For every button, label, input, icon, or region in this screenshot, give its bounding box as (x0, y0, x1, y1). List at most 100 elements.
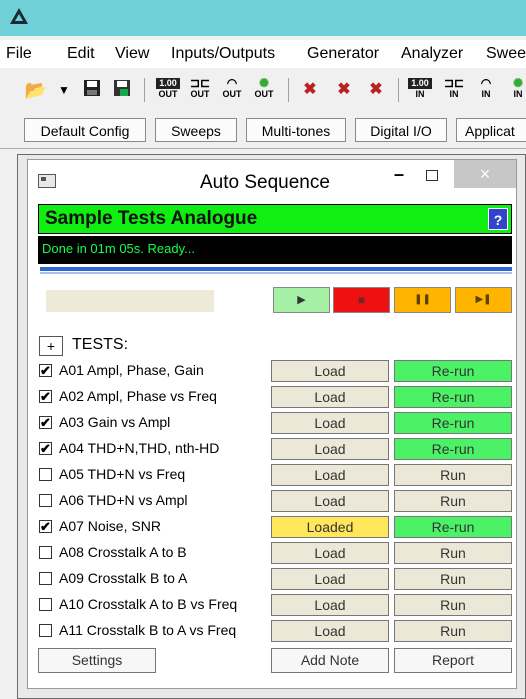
loaded-button[interactable]: Loaded (271, 516, 389, 538)
load-button[interactable]: Load (271, 412, 389, 434)
test-label: A05 THD+N vs Freq (59, 466, 186, 482)
report-button[interactable]: Report (394, 648, 512, 673)
auto-sequence-window: Auto Sequence – × Sample Tests Analogue … (17, 154, 526, 699)
menu-analyzer[interactable]: Analyzer (401, 45, 463, 63)
settings-button[interactable]: Settings (38, 648, 156, 673)
rerun-button[interactable]: Re-run (394, 412, 512, 434)
expand-tests-button[interactable]: + (39, 336, 63, 356)
add-note-button[interactable]: Add Note (271, 648, 389, 673)
test-checkbox[interactable]: ✔ (39, 364, 52, 377)
out-level-icon[interactable]: 1.00 OUT (156, 78, 180, 102)
app-logo-icon (10, 8, 28, 24)
close-button[interactable]: × (454, 160, 516, 188)
rerun-button[interactable]: Re-run (394, 386, 512, 408)
test-label: A06 THD+N vs Ampl (59, 492, 188, 508)
help-button[interactable]: ? (488, 208, 508, 230)
sequence-info-field (46, 290, 214, 312)
tab-default-config[interactable]: Default Config (24, 118, 146, 142)
load-button[interactable]: Load (271, 464, 389, 486)
minimize-button[interactable]: – (394, 164, 404, 185)
auto-sequence-panel: Auto Sequence – × Sample Tests Analogue … (27, 159, 517, 689)
run-button[interactable]: Run (394, 594, 512, 616)
test-row: ✔ A03 Gain vs Ampl Load Re-run (28, 410, 516, 435)
generator-mute-icon[interactable]: ✖ (332, 78, 356, 102)
test-checkbox[interactable] (39, 494, 52, 507)
toolbar-separator (288, 78, 289, 102)
test-checkbox[interactable] (39, 572, 52, 585)
load-button[interactable]: Load (271, 360, 389, 382)
toolbar-separator (398, 78, 399, 102)
test-checkbox[interactable] (39, 598, 52, 611)
maximize-button[interactable] (426, 170, 438, 181)
window-titlebar: Auto Sequence – × (28, 160, 516, 198)
open-folder-icon[interactable]: 📂 (24, 78, 48, 102)
run-button[interactable]: Run (394, 464, 512, 486)
tests-heading: TESTS: (72, 336, 129, 353)
run-button[interactable]: Run (394, 620, 512, 642)
window-title: Auto Sequence (200, 172, 330, 193)
rerun-button[interactable]: Re-run (394, 360, 512, 382)
play-button[interactable]: ▶ (273, 287, 330, 313)
test-row: A08 Crosstalk A to B Load Run (28, 540, 516, 565)
status-bar: Done in 01m 05s. Ready... (38, 236, 512, 264)
analyzer-off-icon[interactable]: ✖ (364, 78, 388, 102)
menu-generator[interactable]: Generator (307, 45, 379, 63)
test-checkbox[interactable] (39, 546, 52, 559)
pause-button[interactable]: ❚❚ (394, 287, 451, 313)
app-titlebar (0, 0, 526, 36)
test-label: A08 Crosstalk A to B (59, 544, 187, 560)
load-button[interactable]: Load (271, 542, 389, 564)
test-checkbox[interactable]: ✔ (39, 390, 52, 403)
menu-file[interactable]: File (6, 45, 32, 63)
in-level-icon[interactable]: 1.00 IN (408, 78, 432, 102)
tab-multi-tones[interactable]: Multi-tones (246, 118, 346, 142)
generator-off-icon[interactable]: ✖ (298, 78, 322, 102)
step-button[interactable]: ▶❚ (455, 287, 512, 313)
test-checkbox[interactable]: ✔ (39, 520, 52, 533)
load-button[interactable]: Load (271, 620, 389, 642)
menu-edit[interactable]: Edit (67, 45, 95, 63)
menubar: File Edit View Inputs/Outputs Generator … (0, 40, 526, 68)
load-button[interactable]: Load (271, 568, 389, 590)
rerun-button[interactable]: Re-run (394, 438, 512, 460)
rerun-button[interactable]: Re-run (394, 516, 512, 538)
run-button[interactable]: Run (394, 490, 512, 512)
in-spectrum-icon[interactable]: ✺ IN (506, 77, 526, 102)
tab-digital-io[interactable]: Digital I/O (355, 118, 447, 142)
config-tab-bar: Default Config Sweeps Multi-tones Digita… (0, 112, 526, 149)
save-icon[interactable] (80, 78, 104, 102)
play-icon: ▶ (297, 294, 306, 306)
load-button[interactable]: Load (271, 594, 389, 616)
test-row: A09 Crosstalk B to A Load Run (28, 566, 516, 591)
test-checkbox[interactable] (39, 624, 52, 637)
tab-applications[interactable]: Applicat (456, 118, 526, 142)
test-label: A11 Crosstalk B to A vs Freq (59, 622, 237, 638)
run-button[interactable]: Run (394, 568, 512, 590)
run-button[interactable]: Run (394, 542, 512, 564)
out-spectrum-icon[interactable]: ✺ OUT (252, 77, 276, 102)
save-as-icon[interactable] (110, 78, 134, 102)
test-checkbox[interactable]: ✔ (39, 416, 52, 429)
window-system-icon[interactable] (38, 174, 56, 188)
test-checkbox[interactable]: ✔ (39, 442, 52, 455)
dropdown-arrow-icon[interactable]: ▼ (52, 78, 76, 102)
tab-sweeps[interactable]: Sweeps (155, 118, 237, 142)
pause-icon: ❚❚ (414, 294, 431, 305)
stop-icon: ■ (357, 293, 366, 307)
stop-button[interactable]: ■ (333, 287, 390, 313)
in-connector-icon[interactable]: ⊐⊏ IN (442, 77, 466, 102)
menu-view[interactable]: View (115, 45, 149, 63)
menu-inputs-outputs[interactable]: Inputs/Outputs (171, 45, 275, 63)
load-button[interactable]: Load (271, 490, 389, 512)
menu-sweeps[interactable]: Swee (486, 45, 526, 63)
load-button[interactable]: Load (271, 386, 389, 408)
test-label: A03 Gain vs Ampl (59, 414, 171, 430)
test-row: A05 THD+N vs Freq Load Run (28, 462, 516, 487)
in-meter-icon[interactable]: ◠ IN (474, 77, 498, 102)
load-button[interactable]: Load (271, 438, 389, 460)
sequence-name: Sample Tests Analogue (45, 208, 258, 229)
out-meter-icon[interactable]: ◠ OUT (220, 77, 244, 102)
test-checkbox[interactable] (39, 468, 52, 481)
out-connector-icon[interactable]: ⊐⊏ OUT (188, 77, 212, 102)
test-row: ✔ A02 Ampl, Phase vs Freq Load Re-run (28, 384, 516, 409)
